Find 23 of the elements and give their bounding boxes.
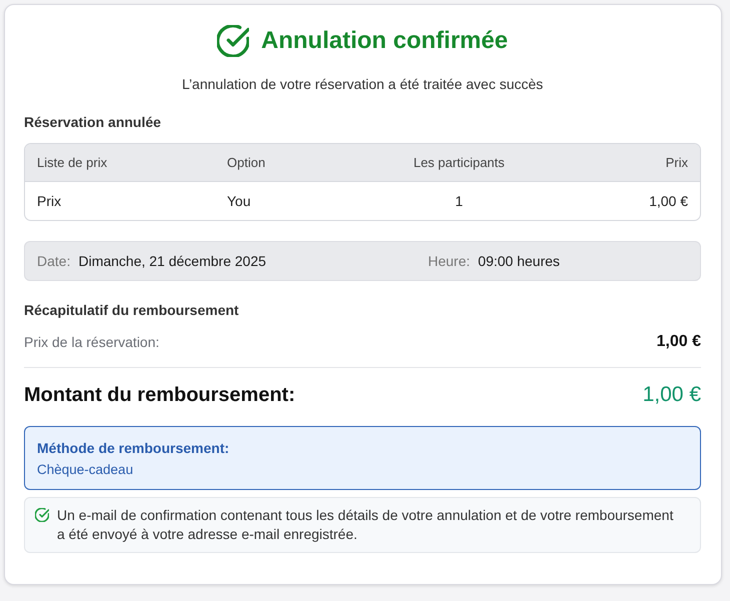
field-label: Date: — [37, 253, 70, 269]
summary-label: Prix de la réservation: — [24, 333, 160, 352]
field-value: 09:00 heures — [478, 253, 560, 269]
section-heading: Récapitulatif du remboursement — [24, 301, 240, 320]
notice-text: Un e-mail de confirmation contenant tous les détails de votre annulation et de votre remboursement a été envoyé à votre adresse e-mail enregistrée. — [57, 506, 674, 544]
total-amount: 1,00 € — [642, 382, 701, 408]
table-cell-text: You — [227, 193, 252, 209]
column-header: Liste de prix — [37, 155, 108, 170]
page-title: Annulation confirmée — [261, 27, 508, 55]
field-value: Dimanche, 21 décembre 2025 — [78, 253, 266, 269]
column-header: Prix — [664, 155, 688, 170]
method-label: Méthode de remboursement: — [37, 439, 230, 458]
method-value: Chèque-cadeau — [37, 461, 134, 479]
subtitle-text: L’annulation de votre réservation a été traitée avec succès — [180, 75, 544, 94]
section-heading: Réservation annulée — [24, 113, 162, 132]
table-cell-text: Prix — [37, 193, 62, 209]
field-label: Heure: — [428, 253, 470, 269]
table-cell-text: 1 — [454, 193, 464, 209]
column-header: Option — [227, 155, 266, 170]
table-cell-text: 1,00 € — [648, 193, 688, 209]
summary-value: 1,00 € — [656, 332, 701, 352]
column-header: Les participants — [412, 155, 506, 170]
total-label: Montant du remboursement: — [24, 383, 296, 408]
